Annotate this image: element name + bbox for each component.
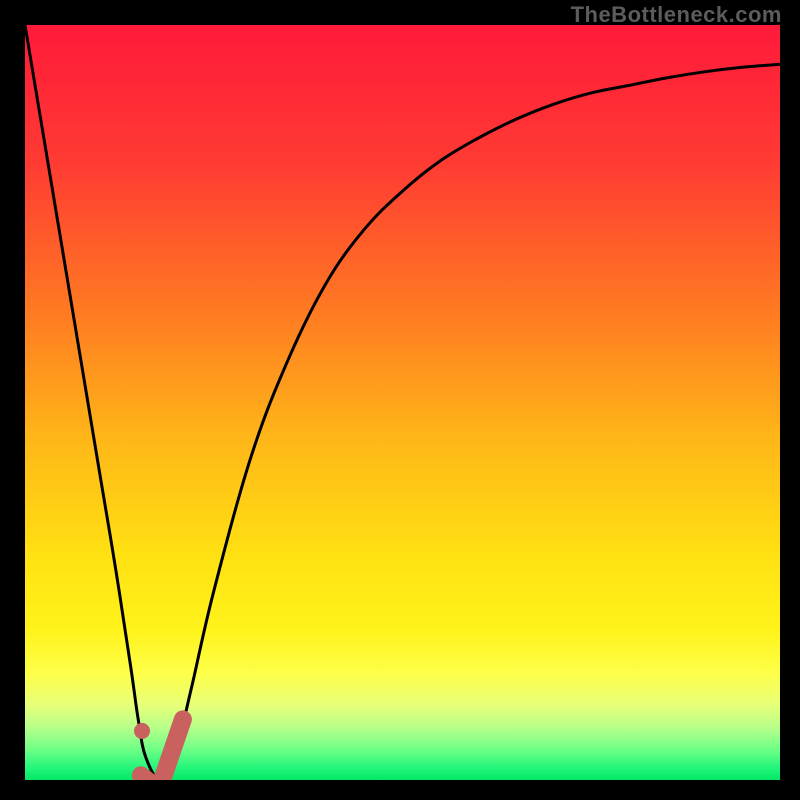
chart-frame: TheBottleneck.com [0,0,800,800]
chart-background [25,25,780,780]
bottleneck-chart [25,25,780,780]
marker-dot [134,723,150,739]
watermark: TheBottleneck.com [571,2,782,28]
